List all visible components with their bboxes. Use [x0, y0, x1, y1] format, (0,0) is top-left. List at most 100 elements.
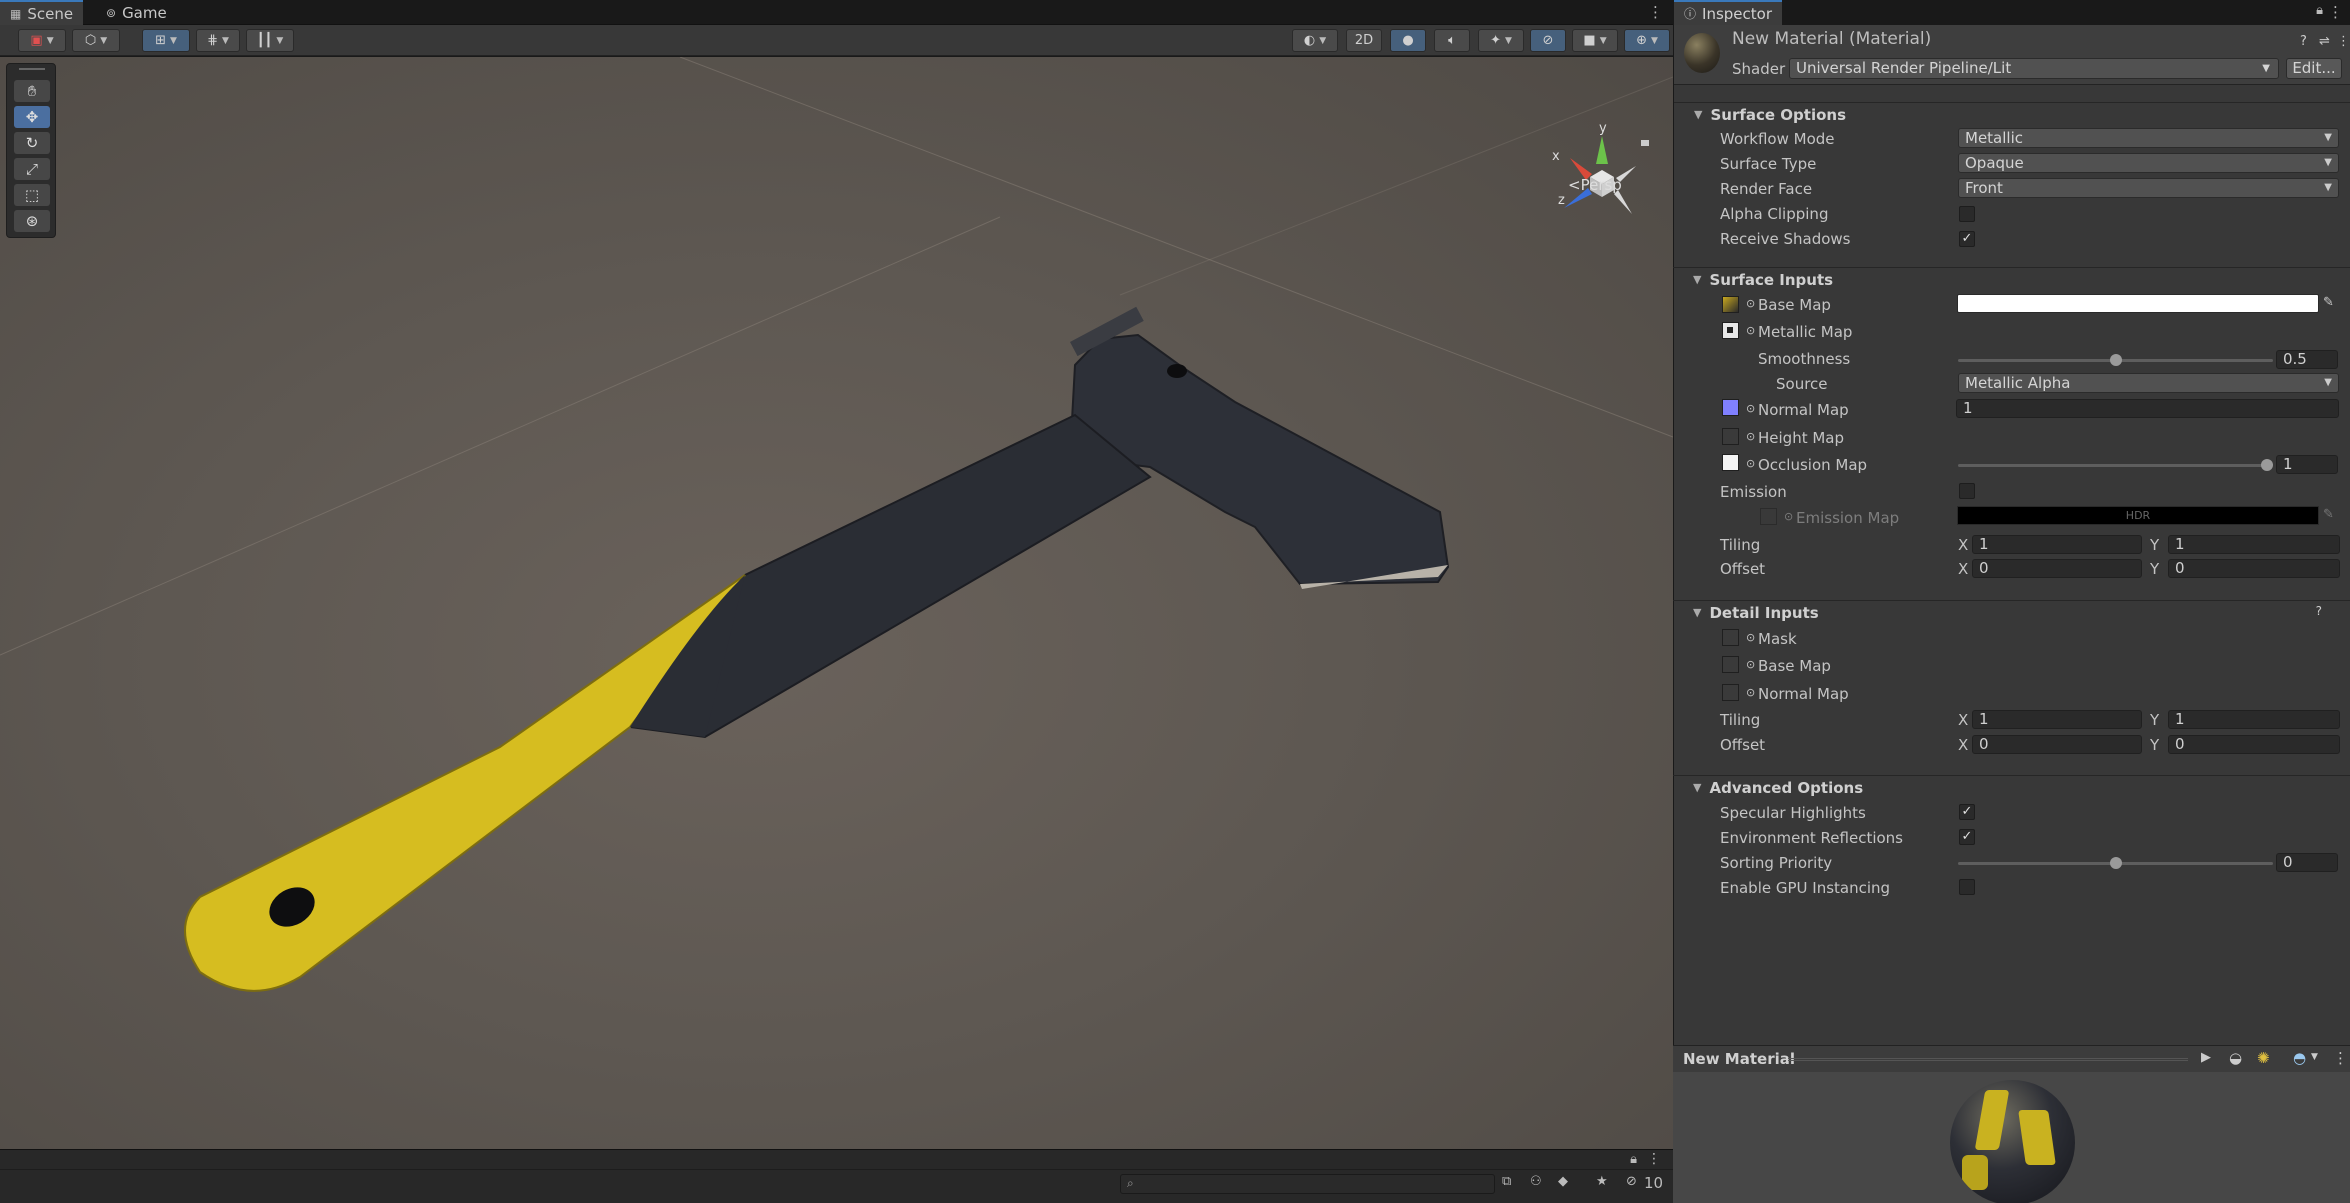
star-icon[interactable]: ★ — [1596, 1174, 1608, 1189]
receive-shadows-checkbox[interactable]: ✓ — [1959, 231, 1975, 247]
chevron-down-icon[interactable]: ▼ — [2311, 1052, 2318, 1062]
environment-reflections-checkbox[interactable]: ✓ — [1959, 829, 1975, 845]
lighting-toggle[interactable]: ● — [1390, 29, 1426, 52]
render-mode-button[interactable]: ⬡ ▼ — [72, 29, 120, 52]
scale-tool[interactable]: ⤢ — [14, 158, 50, 180]
height-map-thumbnail[interactable] — [1722, 428, 1739, 445]
advanced-options-header[interactable]: ▼ Advanced Options — [1673, 775, 2350, 799]
occlusion-map-thumbnail[interactable] — [1722, 454, 1739, 471]
help-icon[interactable]: ? — [2316, 604, 2322, 618]
align-button[interactable]: ┃┃ ▼ — [246, 29, 294, 52]
sorting-priority-field[interactable]: 0 — [2276, 853, 2338, 872]
texture-picker-icon[interactable]: ⊙ — [1746, 402, 1755, 415]
specular-highlights-checkbox[interactable]: ✓ — [1959, 804, 1975, 820]
shading-button[interactable]: ◐ ▼ — [1292, 29, 1338, 52]
offset-x-field[interactable]: 0 — [1972, 559, 2142, 578]
scene-filter-icon[interactable]: ⧉ — [1502, 1174, 1511, 1189]
toggle-2d-button[interactable]: 2D — [1346, 29, 1382, 52]
shader-edit-button[interactable]: Edit... — [2286, 58, 2342, 79]
gpu-instancing-checkbox[interactable] — [1959, 879, 1975, 895]
tiling-x-field[interactable]: 1 — [1972, 535, 2142, 554]
detail-offset-x-field[interactable]: 0 — [1972, 735, 2142, 754]
workflow-mode-dropdown[interactable]: Metallic ▼ — [1958, 128, 2339, 148]
grid-snap-button[interactable]: ⊞ ▼ — [142, 29, 190, 52]
occlusion-field[interactable]: 1 — [2276, 455, 2338, 474]
background-preview-icon[interactable]: ◓ — [2293, 1049, 2306, 1067]
hidden-objects-icon[interactable]: ⊘ — [1626, 1174, 1637, 1189]
rotate-tool[interactable]: ↻ — [14, 132, 50, 154]
component-menu-icon[interactable]: ⋮ — [2337, 34, 2350, 49]
preset-icon[interactable]: ⇌ — [2319, 34, 2330, 49]
detail-normal-map-thumbnail[interactable] — [1722, 684, 1739, 701]
light-preview-icon[interactable]: ✺ — [2257, 1049, 2270, 1067]
gizmos-button[interactable]: ⊕ ▼ — [1624, 29, 1670, 52]
base-color-swatch[interactable] — [1957, 294, 2319, 313]
detail-base-map-thumbnail[interactable] — [1722, 656, 1739, 673]
normal-map-thumbnail[interactable] — [1722, 399, 1739, 416]
smoothness-slider-knob[interactable] — [2109, 354, 2122, 366]
texture-picker-icon[interactable]: ⊙ — [1746, 631, 1755, 644]
preview-header[interactable]: New Material ▶ ◒ ✺ ◓ ▼ ⋮ — [1673, 1045, 2350, 1072]
audio-toggle[interactable]: 🔈︎ — [1434, 29, 1470, 52]
occlusion-slider-track[interactable] — [1958, 464, 2273, 467]
texture-picker-icon[interactable]: ⊙ — [1746, 297, 1755, 310]
overlay-drag-handle[interactable] — [19, 68, 45, 70]
smoothness-field[interactable]: 0.5 — [2276, 350, 2338, 369]
lock-icon[interactable]: 🔒︎ — [1630, 1152, 1637, 1167]
tab-inspector[interactable]: ⓘ Inspector — [1674, 0, 1782, 25]
texture-picker-icon[interactable]: ⊙ — [1746, 658, 1755, 671]
increment-snap-button[interactable]: ⋕ ▼ — [196, 29, 240, 52]
detail-tiling-x-field[interactable]: 1 — [1972, 710, 2142, 729]
menu-icon[interactable]: ⋮ — [2328, 3, 2343, 21]
tab-scene[interactable]: ▦ Scene — [0, 0, 84, 25]
detail-tiling-y-field[interactable]: 1 — [2168, 710, 2340, 729]
detail-offset-y-field[interactable]: 0 — [2168, 735, 2340, 754]
lock-icon[interactable] — [1641, 140, 1649, 146]
alpha-clipping-checkbox[interactable] — [1959, 206, 1975, 222]
material-preview-sphere[interactable] — [1950, 1080, 2075, 1203]
detail-mask-thumbnail[interactable] — [1722, 629, 1739, 646]
detail-inputs-header[interactable]: ▼ Detail Inputs ? — [1673, 600, 2350, 624]
tag-icon[interactable]: ◆ — [1558, 1174, 1568, 1189]
emission-checkbox[interactable] — [1959, 483, 1975, 499]
help-icon[interactable]: ? — [2300, 34, 2307, 49]
surface-options-header[interactable]: ▼ Surface Options — [1674, 102, 2350, 126]
source-dropdown[interactable]: Metallic Alpha ▼ — [1958, 373, 2339, 393]
normal-scale-field[interactable]: 1 — [1956, 399, 2339, 418]
eyedropper-icon[interactable]: ✎ — [2323, 295, 2334, 310]
texture-picker-icon[interactable]: ⊙ — [1746, 430, 1755, 443]
search-input[interactable]: ⌕ — [1120, 1174, 1495, 1194]
texture-picker-icon[interactable]: ⊙ — [1746, 324, 1755, 337]
tiling-y-field[interactable]: 1 — [2168, 535, 2340, 554]
render-face-dropdown[interactable]: Front ▼ — [1958, 178, 2339, 198]
surface-type-dropdown[interactable]: Opaque ▼ — [1958, 153, 2339, 173]
occlusion-slider-knob[interactable] — [2261, 459, 2273, 471]
texture-picker-icon[interactable]: ⊙ — [1746, 686, 1755, 699]
base-map-thumbnail[interactable] — [1722, 296, 1739, 313]
effects-button[interactable]: ✦ ▼ — [1478, 29, 1524, 52]
play-icon[interactable]: ▶ — [2201, 1050, 2211, 1065]
move-tool[interactable]: ✥ — [14, 106, 50, 128]
draw-mode-button[interactable]: ▣ ▼ — [18, 29, 66, 52]
metallic-map-thumbnail[interactable] — [1722, 322, 1739, 339]
sphere-preview-icon[interactable]: ◒ — [2229, 1049, 2242, 1067]
surface-inputs-header[interactable]: ▼ Surface Inputs — [1673, 267, 2350, 291]
hand-tool[interactable]: ✋︎ — [14, 80, 50, 102]
menu-icon[interactable]: ⋮ — [2333, 1049, 2348, 1067]
shader-dropdown[interactable]: Universal Render Pipeline/Lit ▼ — [1789, 58, 2279, 79]
transform-tool[interactable]: ⊛ — [14, 210, 50, 232]
lock-icon[interactable]: 🔒︎ — [2316, 3, 2323, 18]
persp-label[interactable]: <Persp — [1568, 176, 1622, 194]
visibility-toggle[interactable]: ⊘ — [1530, 29, 1566, 52]
tab-game[interactable]: ⊚ Game — [96, 0, 177, 25]
rect-tool[interactable]: ⬚ — [14, 184, 50, 206]
texture-picker-icon[interactable]: ⊙ — [1746, 457, 1755, 470]
scene-viewport[interactable]: y x z <Persp — [0, 57, 1673, 1149]
menu-icon[interactable]: ⋮ — [1647, 1151, 1661, 1167]
offset-y-field[interactable]: 0 — [2168, 559, 2340, 578]
camera-button[interactable]: ■ ▼ — [1572, 29, 1618, 52]
sorting-priority-slider-knob[interactable] — [2109, 857, 2122, 869]
tab-menu-icon[interactable]: ⋮ — [1648, 3, 1663, 21]
preview-drag-handle[interactable] — [1788, 1058, 2188, 1061]
hierarchy-icon[interactable]: ⚇ — [1530, 1174, 1542, 1189]
